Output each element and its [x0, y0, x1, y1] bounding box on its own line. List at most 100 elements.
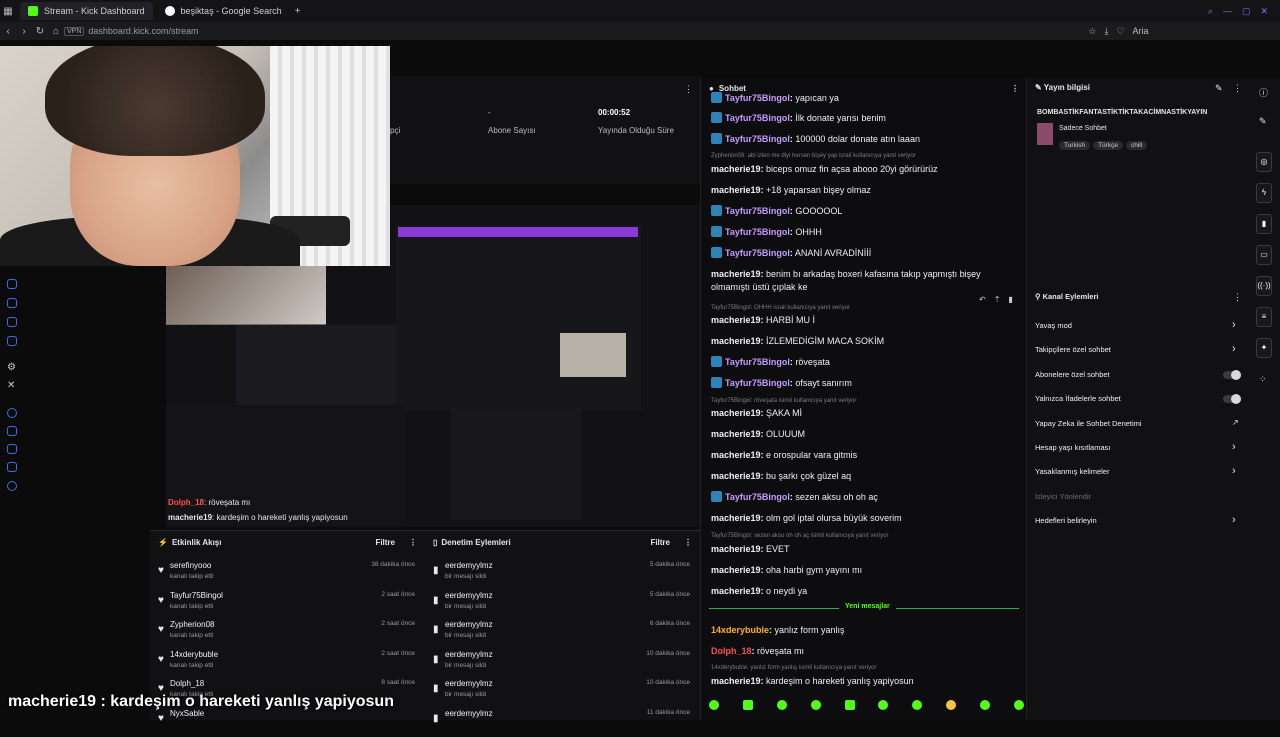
activity-user[interactable]: serefinyooo [170, 561, 211, 570]
chat-username[interactable]: macherie19 [711, 471, 761, 481]
moderation-user[interactable]: eerdemyylmz [445, 679, 493, 688]
emote-icon[interactable] [844, 700, 855, 710]
vpn-badge[interactable]: VPN [64, 26, 85, 36]
activity-user[interactable]: Tayfur75Bingol [170, 591, 223, 600]
tool-camera-button[interactable]: ◎ [1256, 152, 1272, 172]
download-icon[interactable]: ⤓ [1104, 26, 1108, 37]
chat-username[interactable]: Tayfur75Bingol [725, 93, 790, 103]
moderation-menu-icon[interactable]: ⋮ [684, 538, 692, 547]
channel-actions-menu-icon[interactable]: ⋮ [1233, 292, 1242, 303]
edit-icon[interactable]: ✎ [1259, 116, 1267, 127]
chat-username[interactable]: macherie19 [711, 185, 761, 195]
chevron-right-icon[interactable]: › [1232, 319, 1236, 331]
tool-bolt-button[interactable]: ϟ [1256, 183, 1272, 203]
info-icon[interactable]: ⓘ [1259, 86, 1268, 99]
moderation-user[interactable]: eerdemyylmz [445, 709, 493, 718]
tool-chat-button[interactable]: ▭ [1256, 245, 1272, 265]
chat-username[interactable]: macherie19 [711, 513, 761, 523]
activity-user[interactable]: 14xderybuble [170, 650, 218, 659]
nav-icon[interactable] [7, 279, 17, 289]
stats-menu-icon[interactable]: ⋮ [684, 84, 693, 95]
chat-username[interactable]: Tayfur75Bingol [725, 113, 790, 123]
chat-username[interactable]: Dolph_18 [711, 646, 752, 656]
emote-icon[interactable] [980, 700, 990, 710]
menu-icon[interactable]: ▦ [0, 6, 16, 17]
forward-icon[interactable]: › [16, 26, 32, 37]
url-field[interactable]: dashboard.kick.com/stream [88, 26, 1088, 36]
nav-icon[interactable] [7, 317, 17, 327]
nav-icon[interactable] [7, 444, 17, 454]
tool-wrench-button[interactable]: ✦ [1256, 338, 1272, 358]
chat-username[interactable]: Tayfur75Bingol [725, 227, 790, 237]
new-tab-button[interactable]: + [290, 6, 306, 17]
moderation-user[interactable]: eerdemyylmz [445, 561, 493, 570]
x-icon[interactable]: ✕ [7, 380, 15, 391]
toggle-switch[interactable] [1223, 394, 1241, 405]
delete-icon[interactable]: ▮ [1008, 295, 1012, 304]
chat-username[interactable]: macherie19 [711, 586, 761, 596]
moderation-user[interactable]: eerdemyylmz [445, 620, 493, 629]
moderation-user[interactable]: eerdemyylmz [445, 650, 493, 659]
chevron-right-icon[interactable]: › [1232, 465, 1236, 477]
nav-icon[interactable] [7, 336, 17, 346]
chevron-right-icon[interactable]: › [1232, 343, 1236, 355]
tag[interactable]: Türkçe [1093, 141, 1123, 150]
reload-icon[interactable]: ↻ [32, 26, 48, 37]
tag[interactable]: Turkish [1059, 141, 1091, 150]
emote-icon[interactable] [810, 700, 821, 710]
external-link-icon[interactable]: ↗ [1232, 418, 1239, 427]
aria-ai-button[interactable]: Aria [1133, 26, 1149, 37]
chat-username[interactable]: Tayfur75Bingol [725, 206, 790, 216]
tool-trash-button[interactable]: ▮ [1256, 214, 1272, 234]
chat-username[interactable]: Tayfur75Bingol [725, 492, 790, 502]
maximize-icon[interactable]: ▢ [1242, 6, 1251, 17]
emote-icon[interactable] [709, 700, 719, 710]
chat-username[interactable]: macherie19 [711, 164, 761, 174]
moderation-filter-button[interactable]: Filtre [650, 538, 670, 547]
chat-username[interactable]: macherie19 [711, 676, 761, 686]
tag[interactable]: chill [1125, 141, 1148, 150]
emote-icon[interactable] [912, 700, 923, 710]
emote-icon[interactable] [742, 700, 753, 710]
chevron-right-icon[interactable]: › [1232, 514, 1236, 526]
moderation-user[interactable]: eerdemyylmz [445, 591, 493, 600]
reply-icon[interactable]: ↶ [979, 295, 986, 304]
chat-menu-icon[interactable]: ⋮ [1011, 84, 1019, 93]
close-icon[interactable]: ✕ [1260, 6, 1268, 17]
activity-user[interactable]: Dolph_18 [170, 679, 204, 688]
edit-icon[interactable]: ✎ [1215, 83, 1223, 94]
chat-username[interactable]: Tayfur75Bingol [725, 357, 790, 367]
emote-icon[interactable] [776, 700, 787, 710]
tool-broadcast-button[interactable]: ((·)) [1256, 276, 1272, 296]
emote-icon[interactable] [878, 700, 889, 710]
chat-username[interactable]: macherie19 [711, 450, 761, 460]
home-icon[interactable]: ⌂ [48, 26, 64, 37]
back-icon[interactable]: ‹ [0, 26, 16, 37]
chat-username[interactable]: macherie19 [711, 336, 761, 346]
nav-icon[interactable] [7, 481, 17, 491]
bookmark-icon[interactable]: ☆ [1088, 26, 1096, 37]
stream-info-menu-icon[interactable]: ⋮ [1233, 83, 1242, 94]
nav-icon[interactable] [7, 462, 17, 472]
tab-kick-dashboard[interactable]: Stream - Kick Dashboard [20, 2, 153, 20]
emote-icon[interactable] [1013, 700, 1024, 710]
nav-icon[interactable] [7, 298, 17, 308]
chat-username[interactable]: macherie19 [711, 565, 761, 575]
minimize-icon[interactable]: — [1223, 6, 1232, 17]
chat-username[interactable]: macherie19 [711, 429, 761, 439]
chat-username[interactable]: macherie19 [711, 315, 761, 325]
chat-username[interactable]: macherie19 [711, 544, 761, 554]
toggle-switch[interactable] [1223, 369, 1241, 380]
emote-icon[interactable] [946, 700, 957, 710]
nav-icon[interactable] [7, 408, 17, 418]
activity-filter-button[interactable]: Filtre [375, 538, 395, 547]
settings-icon[interactable]: ⚙ [7, 362, 16, 373]
tool-list-button[interactable]: ≡ [1256, 307, 1272, 327]
chat-username[interactable]: 14xderybuble [711, 625, 769, 635]
activity-user[interactable]: Zypherion08 [170, 620, 214, 629]
heart-icon[interactable]: ♡ [1116, 26, 1124, 37]
category-name[interactable]: Sadece Sohbet [1059, 125, 1107, 132]
nav-icon[interactable] [7, 426, 17, 436]
pin-icon[interactable]: ⇡ [994, 295, 1001, 304]
tab-google-search[interactable]: beşiktaş - Google Search [157, 2, 290, 20]
